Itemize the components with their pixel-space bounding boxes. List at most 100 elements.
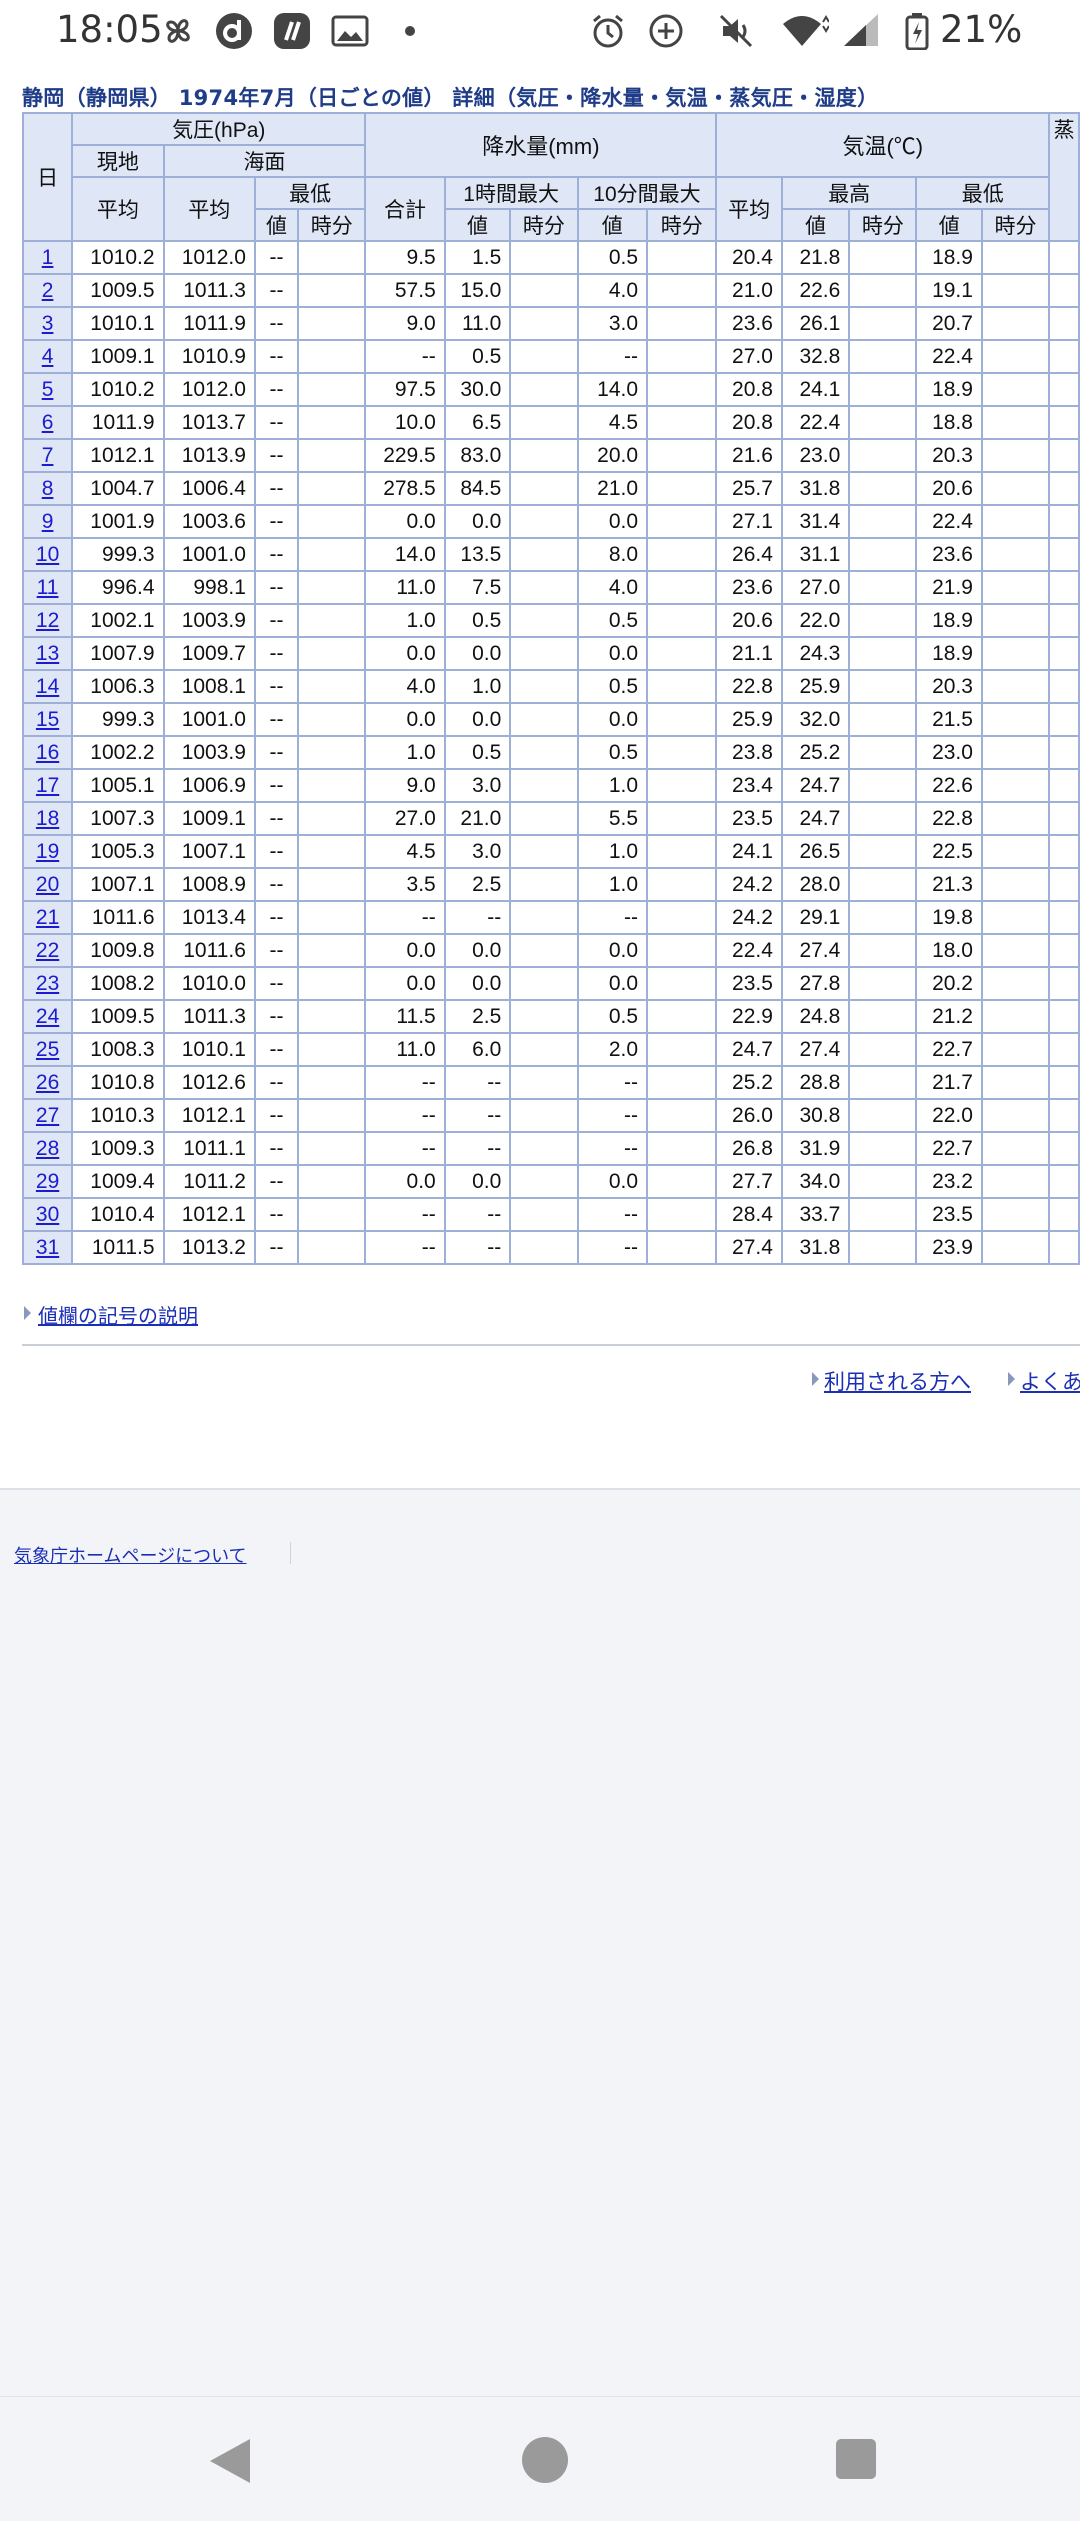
precip-10m-max-cell: 0.0 [576,636,649,671]
day-link[interactable]: 5 [42,378,54,401]
day-link[interactable]: 4 [42,345,54,368]
day-link[interactable]: 18 [36,807,59,830]
sea-pressure-min-time-cell [297,306,367,341]
temp-max-time-cell [848,867,918,902]
day-link[interactable]: 20 [36,873,59,896]
temp-max-time-cell [848,834,918,869]
temp-min-cell: 22.4 [915,339,983,374]
day-link[interactable]: 17 [36,774,59,797]
day-link[interactable]: 24 [36,1005,59,1028]
recent-apps-icon[interactable] [836,2439,876,2479]
day-link[interactable]: 27 [36,1104,59,1127]
precip-1h-header: 1時間最大 [443,176,579,210]
signal-icon [840,12,884,50]
temp-max-cell: 31.4 [780,504,851,539]
day-link[interactable]: 7 [42,444,54,467]
sea-pressure-min-cell: -- [253,240,300,275]
day-link[interactable]: 21 [36,906,59,929]
day-link[interactable]: 29 [36,1170,59,1193]
sea-pressure-min-cell: -- [253,1230,300,1265]
temp-group-header: 気温(℃) [715,112,1051,178]
day-link[interactable]: 1 [42,246,54,269]
temp-min-cell: 19.1 [915,273,983,308]
day-link[interactable]: 13 [36,642,59,665]
day-link[interactable]: 25 [36,1038,59,1061]
temp-avg-cell: 20.8 [715,372,783,407]
cut-off-cell [1048,867,1080,902]
precip-1h-time-cell [509,900,579,935]
station-pressure-avg-cell: 1011.6 [71,900,165,935]
back-icon[interactable] [210,2439,250,2483]
precip-total-cell: 1.0 [364,603,446,638]
day-link[interactable]: 2 [42,279,54,302]
temp-min-time-cell [980,1230,1051,1265]
day-link[interactable]: 23 [36,972,59,995]
day-link[interactable]: 30 [36,1203,59,1226]
day-link[interactable]: 12 [36,609,59,632]
precip-10m-max-cell: -- [576,1197,649,1232]
day-link[interactable]: 19 [36,840,59,863]
day-link[interactable]: 28 [36,1137,59,1160]
sea-pressure-min-cell: -- [253,933,300,968]
station-pressure-avg-cell: 1009.5 [71,273,165,308]
for-users-link[interactable]: 利用される方へ [824,1366,971,1396]
precip-10m-time-cell [646,834,718,869]
table-row: 25 1008.3 1010.1 -- 11.0 6.0 2.0 24.7 27.4 22.7 [21,1032,1080,1067]
temp-min-cell: 23.6 [915,537,983,572]
precip-1h-time-cell [509,735,579,770]
sea-pressure-min-cell: -- [253,471,300,506]
temp-avg-cell: 24.2 [715,867,783,902]
cut-off-cell [1048,1098,1080,1133]
sea-pressure-min-cell: -- [253,1197,300,1232]
day-link[interactable]: 14 [36,675,59,698]
day-link[interactable]: 10 [36,543,59,566]
day-link[interactable]: 15 [36,708,59,731]
station-pressure-avg-cell: 1008.2 [71,966,165,1001]
precip-total-cell: 0.0 [364,504,446,539]
table-row: 19 1005.3 1007.1 -- 4.5 3.0 1.0 24.1 26.5 22.5 [21,834,1080,869]
page-title: 静岡（静岡県） 1974年7月（日ごとの値） 詳細（気圧・降水量・気温・蒸気圧・… [22,86,879,110]
station-pressure-avg-cell: 1010.3 [71,1098,165,1133]
temp-min-header: 最低 [915,176,1051,210]
precip-1h-max-cell: 6.5 [443,405,512,440]
precip-1h-time-cell [509,438,579,473]
sea-pressure-avg-cell: 1008.1 [162,669,256,704]
temp-min-cell: 22.5 [915,834,983,869]
day-link[interactable]: 9 [42,510,54,533]
table-row: 24 1009.5 1011.3 -- 11.5 2.5 0.5 22.9 24.8 21.2 [21,999,1080,1034]
precip-1h-value-header: 値 [443,208,512,242]
day-link[interactable]: 8 [42,477,54,500]
sea-pressure-min-cell: -- [253,438,300,473]
day-cell: 3 [21,306,74,341]
day-link[interactable]: 26 [36,1071,59,1094]
home-icon[interactable] [522,2437,568,2483]
temp-max-cell: 30.8 [780,1098,851,1133]
table-row: 2 1009.5 1011.3 -- 57.5 15.0 4.0 21.0 22.6 19.1 [21,273,1080,308]
cut-off-cell [1048,702,1080,737]
station-pressure-avg-cell: 1009.5 [71,999,165,1034]
temp-max-cell: 22.0 [780,603,851,638]
sea-pressure-min-time-cell [297,504,367,539]
precip-total-cell: 0.0 [364,933,446,968]
about-jma-link[interactable]: 気象庁ホームページについて [14,1542,247,1568]
precip-1h-time-cell [509,999,579,1034]
day-link[interactable]: 16 [36,741,59,764]
precip-total-cell: 9.0 [364,768,446,803]
day-link[interactable]: 11 [37,576,59,599]
day-link[interactable]: 22 [36,939,59,962]
precip-1h-time-cell [509,702,579,737]
temp-min-time-cell [980,834,1051,869]
day-link[interactable]: 3 [42,312,54,335]
sea-pressure-min-cell: -- [253,702,300,737]
table-row: 7 1012.1 1013.9 -- 229.5 83.0 20.0 21.6 23.0 20.3 [21,438,1080,473]
precip-10m-time-cell [646,1131,718,1166]
station-pressure-avg-cell: 1006.3 [71,669,165,704]
pressure-group-header: 気圧(hPa) [71,112,367,146]
symbol-explanation-link[interactable]: 値欄の記号の説明 [38,1300,198,1329]
precip-10m-max-cell: 1.0 [576,768,649,803]
day-link[interactable]: 6 [42,411,54,434]
precip-10m-max-cell: 1.0 [576,867,649,902]
temp-min-cell: 18.0 [915,933,983,968]
faq-link[interactable]: よくある [1020,1366,1080,1396]
day-link[interactable]: 31 [36,1236,59,1259]
